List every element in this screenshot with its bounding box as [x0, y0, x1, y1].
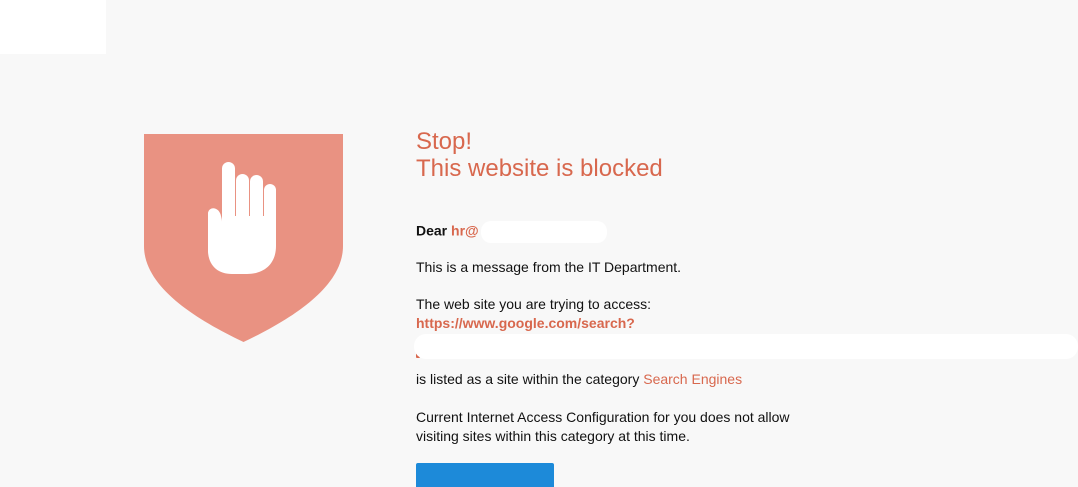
greeting: Dear hr@ [416, 221, 607, 243]
blocked-url: https://www.google.com/search? [416, 315, 635, 331]
blocked-shield [144, 134, 343, 342]
config-message: Current Internet Access Configuration fo… [416, 408, 790, 446]
access-intro-text: The web site you are trying to access: [416, 296, 651, 312]
shield-icon [144, 134, 343, 342]
page-title: Stop! This website is blocked [416, 128, 1056, 184]
category-line: is listed as a site within the category … [416, 371, 742, 388]
config-line-2: visiting sites within this category at t… [416, 428, 690, 444]
it-message: This is a message from the IT Department… [416, 259, 682, 275]
greeting-email: hr@ [451, 222, 479, 239]
title-blocked: This website is blocked [416, 155, 663, 182]
category-name: Search Engines [643, 371, 743, 387]
config-line-1: Current Internet Access Configuration fo… [416, 409, 790, 425]
title-stop: Stop! [416, 128, 473, 155]
redacted-email [480, 221, 607, 243]
category-prefix: is listed as a site within the category [416, 371, 640, 387]
action-button[interactable] [416, 463, 554, 487]
block-message: Stop! This website is blocked Dear hr@ T… [414, 128, 1078, 487]
redacted-url [414, 334, 1078, 359]
greeting-prefix: Dear [416, 222, 448, 239]
logo-area [0, 0, 106, 54]
